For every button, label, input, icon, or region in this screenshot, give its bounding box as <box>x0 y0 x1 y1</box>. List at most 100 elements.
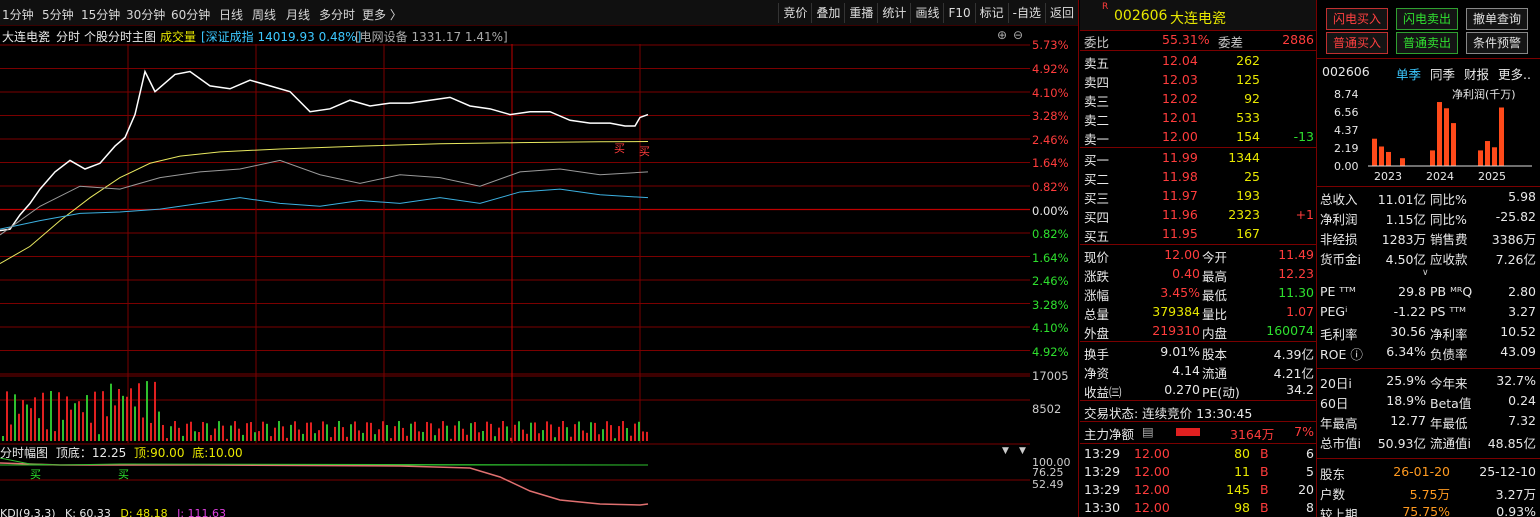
volume-bar <box>346 436 348 441</box>
watchlist-button[interactable]: -自选 <box>1007 3 1045 23</box>
volume-bar <box>634 423 636 441</box>
tick-volume: 98 <box>1234 500 1250 515</box>
sub-dropdown-icon[interactable]: ▼ <box>1002 446 1009 456</box>
volume-bar <box>66 396 68 441</box>
flash-buy-button[interactable]: 闪电买入 <box>1326 8 1388 30</box>
period-multi[interactable]: 多分时 <box>319 6 355 23</box>
volume-bar <box>510 437 512 441</box>
buy-signal-1[interactable]: 买 <box>614 140 625 156</box>
valuation-row-cell: 6.34% <box>1386 344 1426 359</box>
perf-row-cell: 60日 <box>1320 396 1349 411</box>
sub-bottom-value: 10.00 <box>208 446 243 460</box>
tab-more[interactable]: 更多.. <box>1498 64 1531 83</box>
volume-bar <box>502 421 504 441</box>
holder-row-cell: 较上期 <box>1320 507 1358 517</box>
stat-value: 0.270 <box>1164 382 1200 397</box>
period-month[interactable]: 月线 <box>286 6 310 23</box>
volume-bar <box>542 430 544 441</box>
volume-bar <box>10 424 12 441</box>
sub-dropdown-icon-2[interactable]: ▼ <box>1019 446 1026 456</box>
tab-same-quarter[interactable]: 同季 <box>1430 64 1455 83</box>
period-week[interactable]: 周线 <box>252 6 276 23</box>
profit-bar <box>1492 147 1497 166</box>
period-toolbar: 1分钟 5分钟 15分钟 30分钟 60分钟 日线 周线 月线 多分时 更多 〉… <box>0 0 1078 26</box>
fin-row: 货币金i 4.50亿 应收款 7.26亿 <box>1320 248 1536 268</box>
volume-bar <box>278 421 280 441</box>
stats-button[interactable]: 统计 <box>877 3 910 23</box>
alert-button[interactable]: 条件预警 <box>1466 32 1528 54</box>
perf-row: 60日 18.9% Beta值 0.24 <box>1320 392 1536 412</box>
vol-label-1: 17005 <box>1032 369 1069 383</box>
volume-bar <box>434 435 436 441</box>
volume-bar <box>322 421 324 441</box>
weibi-row: 委比 55.31% 委差 2886 <box>1084 31 1314 50</box>
replay-button[interactable]: 重播 <box>844 3 877 23</box>
y-label-up-5: 2.46% <box>1032 133 1069 147</box>
volume-bar <box>298 429 300 441</box>
fin-row-cell: 3386万 <box>1491 232 1536 247</box>
y-label-up-6: 1.64% <box>1032 156 1069 170</box>
volume-bar <box>546 421 548 441</box>
volume-bar <box>178 427 180 441</box>
draw-button[interactable]: 画线 <box>910 3 943 23</box>
volume-bar <box>274 427 276 441</box>
normal-sell-button[interactable]: 普通卖出 <box>1396 32 1458 54</box>
volume-bar <box>310 422 312 441</box>
table-icon[interactable]: ▤ <box>1142 424 1154 439</box>
perf-row-cell: 年最高 <box>1320 416 1358 431</box>
cancel-query-button[interactable]: 撤单查询 <box>1466 8 1528 30</box>
f10-button[interactable]: F10 <box>943 3 974 23</box>
profit-bar <box>1400 158 1405 166</box>
volume-bar <box>474 422 476 441</box>
tick-price: 12.00 <box>1134 500 1170 515</box>
valuation-row-cell: 毛利率 <box>1320 327 1358 342</box>
ask-price: 12.04 <box>1162 53 1198 68</box>
ask-row: 卖二 12.01 533 <box>1084 109 1314 128</box>
period-1min[interactable]: 1分钟 <box>2 6 34 23</box>
tick-price: 12.00 <box>1134 464 1170 479</box>
tab-quarter[interactable]: 单季 <box>1396 64 1421 83</box>
period-5min[interactable]: 5分钟 <box>42 6 74 23</box>
volume-bar <box>498 427 500 441</box>
period-60min[interactable]: 60分钟 <box>171 6 210 23</box>
fin-row: 总收入 11.01亿 同比% 5.98 <box>1320 188 1536 208</box>
volume-bar <box>430 423 432 441</box>
stat-value: 34.2 <box>1286 382 1314 397</box>
volume-bar <box>226 438 228 441</box>
bid-volume: 2323 <box>1228 207 1260 222</box>
collapse-icon[interactable]: ⊖ <box>1013 28 1023 42</box>
period-30min[interactable]: 30分钟 <box>126 6 165 23</box>
volume-bar <box>242 434 244 441</box>
period-day[interactable]: 日线 <box>219 6 243 23</box>
volume-bar <box>14 394 16 441</box>
volume-bar <box>566 427 568 441</box>
volume-bar <box>554 437 556 441</box>
back-button[interactable]: 返回 <box>1044 3 1078 23</box>
perf-row-cell: 年最低 <box>1430 416 1468 431</box>
expand-chevron-icon[interactable]: ∨ <box>1422 268 1429 278</box>
profit-y-5: 0.00 <box>1334 160 1359 173</box>
period-15min[interactable]: 15分钟 <box>81 6 120 23</box>
main-flow-row: 主力净额 ▤ 3164万 7% <box>1084 423 1314 442</box>
fin-row-cell: 销售费 <box>1430 232 1468 247</box>
fin-row: 净利润 1.15亿 同比% -25.82 <box>1320 208 1536 228</box>
overlay-button[interactable]: 叠加 <box>811 3 844 23</box>
volume-bar <box>450 438 452 441</box>
tick-time: 13:30 <box>1084 500 1121 515</box>
weibi-label: 委比 <box>1084 35 1110 50</box>
kdj-j: J: 111.63 <box>177 507 227 517</box>
normal-buy-button[interactable]: 普通买入 <box>1326 32 1388 54</box>
sector-line <box>0 159 649 236</box>
mark-button[interactable]: 标记 <box>974 3 1008 23</box>
buy-signal-2[interactable]: 买 <box>639 143 650 159</box>
fin-row-cell: 应收款 <box>1430 252 1468 267</box>
flash-sell-button[interactable]: 闪电卖出 <box>1396 8 1458 30</box>
tick-side: B <box>1260 500 1269 515</box>
period-more[interactable]: 更多 〉 <box>362 6 402 23</box>
tab-report[interactable]: 财报 <box>1464 64 1489 83</box>
volume-bar <box>90 422 92 441</box>
volume-bar <box>6 391 8 441</box>
chart-info-bar: 大连电瓷 分时 个股分时主图 成交量 [深证成指 14019.93 0.48%]… <box>0 26 1030 44</box>
add-icon[interactable]: ⊕ <box>997 28 1007 42</box>
auction-button[interactable]: 竞价 <box>778 3 811 23</box>
